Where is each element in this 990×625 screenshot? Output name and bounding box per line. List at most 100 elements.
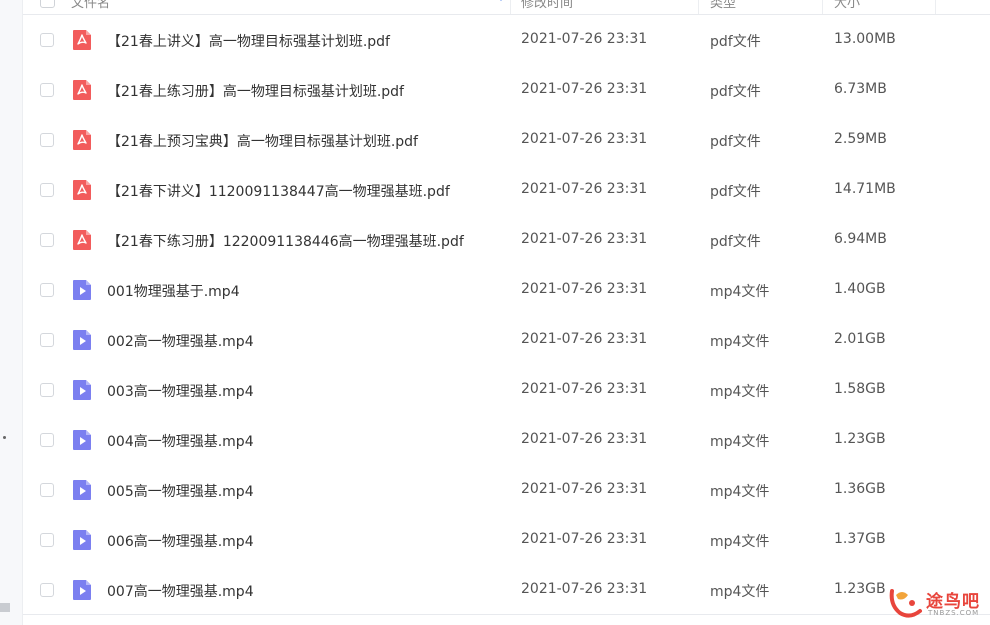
pdf-icon	[72, 179, 92, 201]
sidebar-scroll-handle[interactable]	[0, 603, 10, 612]
header-name[interactable]: 文件名	[71, 0, 110, 11]
file-modified: 2021-07-26 23:31	[521, 281, 648, 297]
sort-arrow-icon[interactable]	[497, 0, 505, 1]
file-type: pdf文件	[710, 134, 761, 150]
file-name[interactable]: 007高一物理强基.mp4	[107, 581, 254, 601]
file-type: mp4文件	[710, 484, 770, 500]
watermark-logo-icon	[889, 589, 922, 618]
file-size: 2.01GB	[834, 331, 886, 347]
file-row[interactable]: 007高一物理强基.mp4 2021-07-26 23:31 mp4文件 1.2…	[23, 566, 990, 616]
file-type: pdf文件	[710, 34, 761, 50]
list-bottom-divider	[23, 614, 990, 615]
pdf-icon	[72, 29, 92, 51]
file-modified: 2021-07-26 23:31	[521, 131, 648, 147]
site-watermark: 途鸟吧 TNBZS.COM	[886, 585, 986, 621]
file-row[interactable]: 001物理强基于.mp4 2021-07-26 23:31 mp4文件 1.40…	[23, 266, 990, 316]
file-modified: 2021-07-26 23:31	[521, 481, 648, 497]
pdf-icon	[72, 129, 92, 151]
file-size: 1.23GB	[834, 431, 886, 447]
file-row[interactable]: 004高一物理强基.mp4 2021-07-26 23:31 mp4文件 1.2…	[23, 416, 990, 466]
file-modified: 2021-07-26 23:31	[521, 381, 648, 397]
header-modified[interactable]: 修改时间	[521, 0, 573, 11]
file-name[interactable]: 【21春下练习册】1220091138446高一物理强基班.pdf	[107, 231, 464, 251]
select-all-checkbox[interactable]	[40, 0, 55, 8]
file-name[interactable]: 【21春上讲义】高一物理目标强基计划班.pdf	[107, 31, 390, 51]
file-name[interactable]: 005高一物理强基.mp4	[107, 481, 254, 501]
file-modified: 2021-07-26 23:31	[521, 431, 648, 447]
file-checkbox[interactable]	[40, 583, 54, 597]
header-type[interactable]: 类型	[710, 0, 736, 11]
file-checkbox[interactable]	[40, 383, 54, 397]
file-list: 【21春上讲义】高一物理目标强基计划班.pdf 2021-07-26 23:31…	[23, 16, 990, 616]
file-name[interactable]: 004高一物理强基.mp4	[107, 431, 254, 451]
video-icon	[72, 379, 92, 401]
file-row[interactable]: 【21春上讲义】高一物理目标强基计划班.pdf 2021-07-26 23:31…	[23, 16, 990, 66]
file-name[interactable]: 001物理强基于.mp4	[107, 281, 240, 301]
file-type: pdf文件	[710, 184, 761, 200]
video-icon	[72, 329, 92, 351]
video-icon	[72, 579, 92, 601]
file-size: 6.94MB	[834, 231, 887, 247]
header-separator[interactable]	[698, 0, 699, 14]
file-name[interactable]: 【21春上练习册】高一物理目标强基计划班.pdf	[107, 81, 404, 101]
header-separator[interactable]	[935, 0, 936, 14]
file-modified: 2021-07-26 23:31	[521, 331, 648, 347]
file-checkbox[interactable]	[40, 433, 54, 447]
file-size: 2.59MB	[834, 131, 887, 147]
file-checkbox[interactable]	[40, 83, 54, 97]
file-size: 1.23GB	[834, 581, 886, 597]
file-checkbox[interactable]	[40, 533, 54, 547]
file-name[interactable]: 003高一物理强基.mp4	[107, 381, 254, 401]
file-name[interactable]: 002高一物理强基.mp4	[107, 331, 254, 351]
watermark-subtext: TNBZS.COM	[928, 609, 980, 617]
header-separator[interactable]	[822, 0, 823, 14]
header-size[interactable]: 大小	[834, 0, 860, 11]
file-size: 1.40GB	[834, 281, 886, 297]
file-modified: 2021-07-26 23:31	[521, 231, 648, 247]
video-icon	[72, 279, 92, 301]
file-checkbox[interactable]	[40, 133, 54, 147]
file-size: 1.37GB	[834, 531, 886, 547]
file-size: 14.71MB	[834, 181, 896, 197]
video-icon	[72, 429, 92, 451]
file-list-page: 文件名 修改时间 类型 大小 【21春上讲义】高一物理目标强基计划班.pdf 2…	[0, 0, 990, 625]
file-size: 6.73MB	[834, 81, 887, 97]
header-separator[interactable]	[510, 0, 511, 14]
file-modified: 2021-07-26 23:31	[521, 31, 648, 47]
file-modified: 2021-07-26 23:31	[521, 81, 648, 97]
pdf-icon	[72, 229, 92, 251]
file-type: mp4文件	[710, 384, 770, 400]
file-list-header: 文件名 修改时间 类型 大小	[23, 0, 990, 15]
file-modified: 2021-07-26 23:31	[521, 181, 648, 197]
file-type: mp4文件	[710, 284, 770, 300]
file-row[interactable]: 【21春上练习册】高一物理目标强基计划班.pdf 2021-07-26 23:3…	[23, 66, 990, 116]
file-row[interactable]: 002高一物理强基.mp4 2021-07-26 23:31 mp4文件 2.0…	[23, 316, 990, 366]
file-size: 1.36GB	[834, 481, 886, 497]
file-row[interactable]: 【21春下讲义】1120091138447高一物理强基班.pdf 2021-07…	[23, 166, 990, 216]
file-type: mp4文件	[710, 334, 770, 350]
file-checkbox[interactable]	[40, 483, 54, 497]
pdf-icon	[72, 79, 92, 101]
file-type: mp4文件	[710, 584, 770, 600]
file-type: mp4文件	[710, 534, 770, 550]
file-row[interactable]: 005高一物理强基.mp4 2021-07-26 23:31 mp4文件 1.3…	[23, 466, 990, 516]
file-name[interactable]: 【21春上预习宝典】高一物理目标强基计划班.pdf	[107, 131, 418, 151]
file-checkbox[interactable]	[40, 233, 54, 247]
file-row[interactable]: 006高一物理强基.mp4 2021-07-26 23:31 mp4文件 1.3…	[23, 516, 990, 566]
sidebar-dot	[3, 436, 6, 439]
file-modified: 2021-07-26 23:31	[521, 531, 648, 547]
file-row[interactable]: 【21春下练习册】1220091138446高一物理强基班.pdf 2021-0…	[23, 216, 990, 266]
file-size: 1.58GB	[834, 381, 886, 397]
file-row[interactable]: 003高一物理强基.mp4 2021-07-26 23:31 mp4文件 1.5…	[23, 366, 990, 416]
file-row[interactable]: 【21春上预习宝典】高一物理目标强基计划班.pdf 2021-07-26 23:…	[23, 116, 990, 166]
file-modified: 2021-07-26 23:31	[521, 581, 648, 597]
file-size: 13.00MB	[834, 31, 896, 47]
file-name[interactable]: 【21春下讲义】1120091138447高一物理强基班.pdf	[107, 181, 450, 201]
file-type: pdf文件	[710, 84, 761, 100]
file-checkbox[interactable]	[40, 283, 54, 297]
file-checkbox[interactable]	[40, 33, 54, 47]
file-name[interactable]: 006高一物理强基.mp4	[107, 531, 254, 551]
file-checkbox[interactable]	[40, 333, 54, 347]
file-checkbox[interactable]	[40, 183, 54, 197]
file-type: pdf文件	[710, 234, 761, 250]
